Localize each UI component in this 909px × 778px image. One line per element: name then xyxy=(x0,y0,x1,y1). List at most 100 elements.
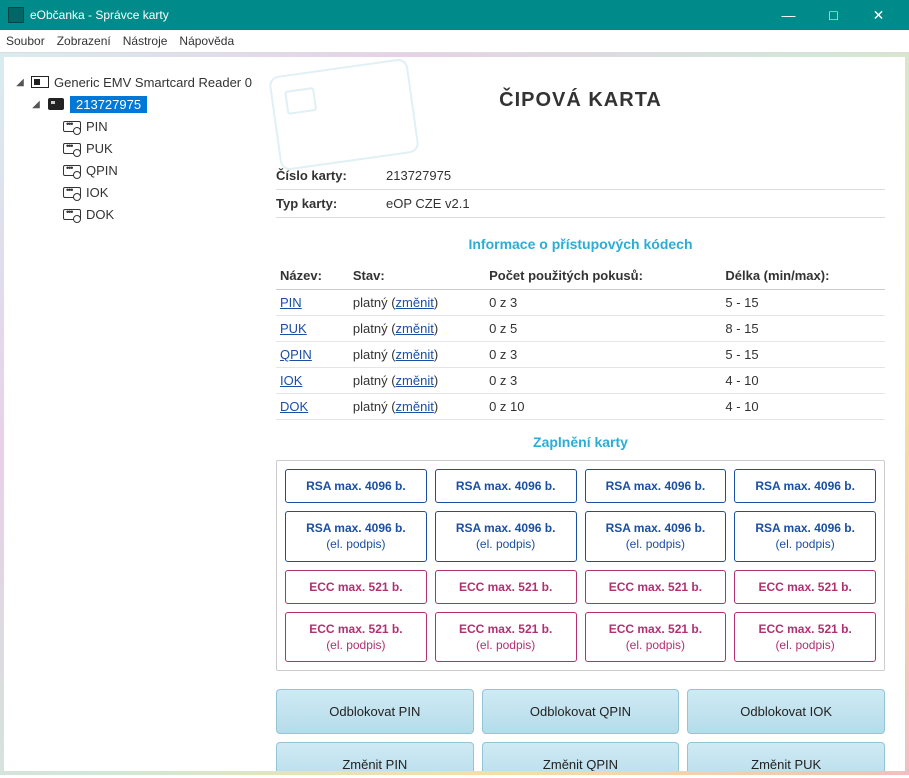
code-link-puk[interactable]: PUK xyxy=(280,321,307,336)
main-panel: ČIPOVÁ KARTA Číslo karty: 213727975 Typ … xyxy=(264,57,905,771)
tree-collapse-icon[interactable]: ◢ xyxy=(30,99,42,110)
card-icon xyxy=(46,97,66,111)
codes-section-title: Informace o přístupových kódech xyxy=(276,236,885,252)
action-odblokovat-pin[interactable]: Odblokovat PIN xyxy=(276,689,474,734)
code-link-pin[interactable]: PIN xyxy=(280,295,302,310)
tree-code-dok[interactable]: DOK xyxy=(10,203,258,225)
code-length: 4 - 10 xyxy=(721,394,885,420)
code-length: 5 - 15 xyxy=(721,290,885,316)
key-slot-rsa[interactable]: RSA max. 4096 b. xyxy=(734,469,876,503)
slots-section-title: Zaplnění karty xyxy=(276,434,885,450)
tree-reader-label: Generic EMV Smartcard Reader 0 xyxy=(54,75,252,90)
codes-th-name: Název: xyxy=(276,262,349,290)
key-slot-rsa-sig[interactable]: RSA max. 4096 b.(el. podpis) xyxy=(734,511,876,561)
tree-code-pin[interactable]: PIN xyxy=(10,115,258,137)
action-odblokovat-qpin[interactable]: Odblokovat QPIN xyxy=(482,689,680,734)
code-attempts: 0 z 3 xyxy=(485,290,721,316)
tree-code-iok[interactable]: IOK xyxy=(10,181,258,203)
card-number-value: 213727975 xyxy=(386,168,451,183)
codes-th-state: Stav: xyxy=(349,262,485,290)
code-state: platný (změnit) xyxy=(349,394,485,420)
codes-th-attempts: Počet použitých pokusů: xyxy=(485,262,721,290)
key-slot-ecc-sig[interactable]: ECC max. 521 b.(el. podpis) xyxy=(734,612,876,662)
menu-tools[interactable]: Nástroje xyxy=(123,34,168,48)
tree-code-label: DOK xyxy=(86,207,114,222)
pin-icon xyxy=(62,207,82,221)
pin-icon xyxy=(62,185,82,199)
key-slot-ecc-sig[interactable]: ECC max. 521 b.(el. podpis) xyxy=(585,612,727,662)
codes-th-length: Délka (min/max): xyxy=(721,262,885,290)
action-buttons: Odblokovat PINOdblokovat QPINOdblokovat … xyxy=(276,689,885,771)
table-row: DOK platný (změnit)0 z 104 - 10 xyxy=(276,394,885,420)
code-attempts: 0 z 10 xyxy=(485,394,721,420)
change-link[interactable]: změnit xyxy=(396,399,434,414)
menu-view[interactable]: Zobrazení xyxy=(57,34,111,48)
tree-reader-row[interactable]: ◢ Generic EMV Smartcard Reader 0 xyxy=(10,71,258,93)
action-změnit-pin[interactable]: Změnit PIN xyxy=(276,742,474,771)
titlebar: eObčanka - Správce karty — □ ✕ xyxy=(0,0,909,30)
slots-grid: RSA max. 4096 b.RSA max. 4096 b.RSA max.… xyxy=(276,460,885,671)
key-slot-ecc[interactable]: ECC max. 521 b. xyxy=(285,570,427,604)
key-slot-rsa-sig[interactable]: RSA max. 4096 b.(el. podpis) xyxy=(435,511,577,561)
change-link[interactable]: změnit xyxy=(396,373,434,388)
menubar: Soubor Zobrazení Nástroje Nápověda xyxy=(0,30,909,53)
code-attempts: 0 z 3 xyxy=(485,342,721,368)
tree-code-label: QPIN xyxy=(86,163,118,178)
key-slot-rsa[interactable]: RSA max. 4096 b. xyxy=(285,469,427,503)
code-attempts: 0 z 5 xyxy=(485,316,721,342)
code-link-iok[interactable]: IOK xyxy=(280,373,302,388)
maximize-button[interactable]: □ xyxy=(811,0,856,30)
key-slot-rsa[interactable]: RSA max. 4096 b. xyxy=(585,469,727,503)
code-state: platný (změnit) xyxy=(349,290,485,316)
change-link[interactable]: změnit xyxy=(396,347,434,362)
tree-card-row[interactable]: ◢ 213727975 xyxy=(10,93,258,115)
table-row: QPIN platný (změnit)0 z 35 - 15 xyxy=(276,342,885,368)
page-title: ČIPOVÁ KARTA xyxy=(276,89,885,112)
tree-code-label: PIN xyxy=(86,119,108,134)
change-link[interactable]: změnit xyxy=(396,321,434,336)
pin-icon xyxy=(62,163,82,177)
key-slot-ecc-sig[interactable]: ECC max. 521 b.(el. podpis) xyxy=(435,612,577,662)
action-odblokovat-iok[interactable]: Odblokovat IOK xyxy=(687,689,885,734)
key-slot-ecc[interactable]: ECC max. 521 b. xyxy=(585,570,727,604)
card-type-label: Typ karty: xyxy=(276,196,386,211)
key-slot-ecc[interactable]: ECC max. 521 b. xyxy=(435,570,577,604)
sidebar: ◢ Generic EMV Smartcard Reader 0 ◢ 21372… xyxy=(4,57,264,771)
card-number-label: Číslo karty: xyxy=(276,168,386,183)
menu-file[interactable]: Soubor xyxy=(6,34,45,48)
tree-code-label: PUK xyxy=(86,141,113,156)
tree-code-label: IOK xyxy=(86,185,108,200)
action-změnit-puk[interactable]: Změnit PUK xyxy=(687,742,885,771)
code-link-qpin[interactable]: QPIN xyxy=(280,347,312,362)
key-slot-ecc-sig[interactable]: ECC max. 521 b.(el. podpis) xyxy=(285,612,427,662)
key-slot-rsa-sig[interactable]: RSA max. 4096 b.(el. podpis) xyxy=(285,511,427,561)
window-title: eObčanka - Správce karty xyxy=(30,8,766,22)
codes-table: Název: Stav: Počet použitých pokusů: Dél… xyxy=(276,262,885,420)
tree-collapse-icon[interactable]: ◢ xyxy=(14,77,26,88)
code-length: 5 - 15 xyxy=(721,342,885,368)
code-length: 8 - 15 xyxy=(721,316,885,342)
code-attempts: 0 z 3 xyxy=(485,368,721,394)
key-slot-rsa[interactable]: RSA max. 4096 b. xyxy=(435,469,577,503)
app-icon xyxy=(8,7,24,23)
tree-card-label: 213727975 xyxy=(70,96,147,113)
code-state: platný (změnit) xyxy=(349,342,485,368)
change-link[interactable]: změnit xyxy=(396,295,434,310)
tree-code-puk[interactable]: PUK xyxy=(10,137,258,159)
table-row: PIN platný (změnit)0 z 35 - 15 xyxy=(276,290,885,316)
pin-icon xyxy=(62,141,82,155)
card-type-value: eOP CZE v2.1 xyxy=(386,196,470,211)
card-background-icon xyxy=(268,58,420,172)
key-slot-rsa-sig[interactable]: RSA max. 4096 b.(el. podpis) xyxy=(585,511,727,561)
menu-help[interactable]: Nápověda xyxy=(179,34,234,48)
pin-icon xyxy=(62,119,82,133)
close-button[interactable]: ✕ xyxy=(856,0,901,30)
code-length: 4 - 10 xyxy=(721,368,885,394)
key-slot-ecc[interactable]: ECC max. 521 b. xyxy=(734,570,876,604)
table-row: IOKplatný (změnit)0 z 34 - 10 xyxy=(276,368,885,394)
tree-code-qpin[interactable]: QPIN xyxy=(10,159,258,181)
table-row: PUKplatný (změnit)0 z 58 - 15 xyxy=(276,316,885,342)
action-změnit-qpin[interactable]: Změnit QPIN xyxy=(482,742,680,771)
code-link-dok[interactable]: DOK xyxy=(280,399,308,414)
minimize-button[interactable]: — xyxy=(766,0,811,30)
